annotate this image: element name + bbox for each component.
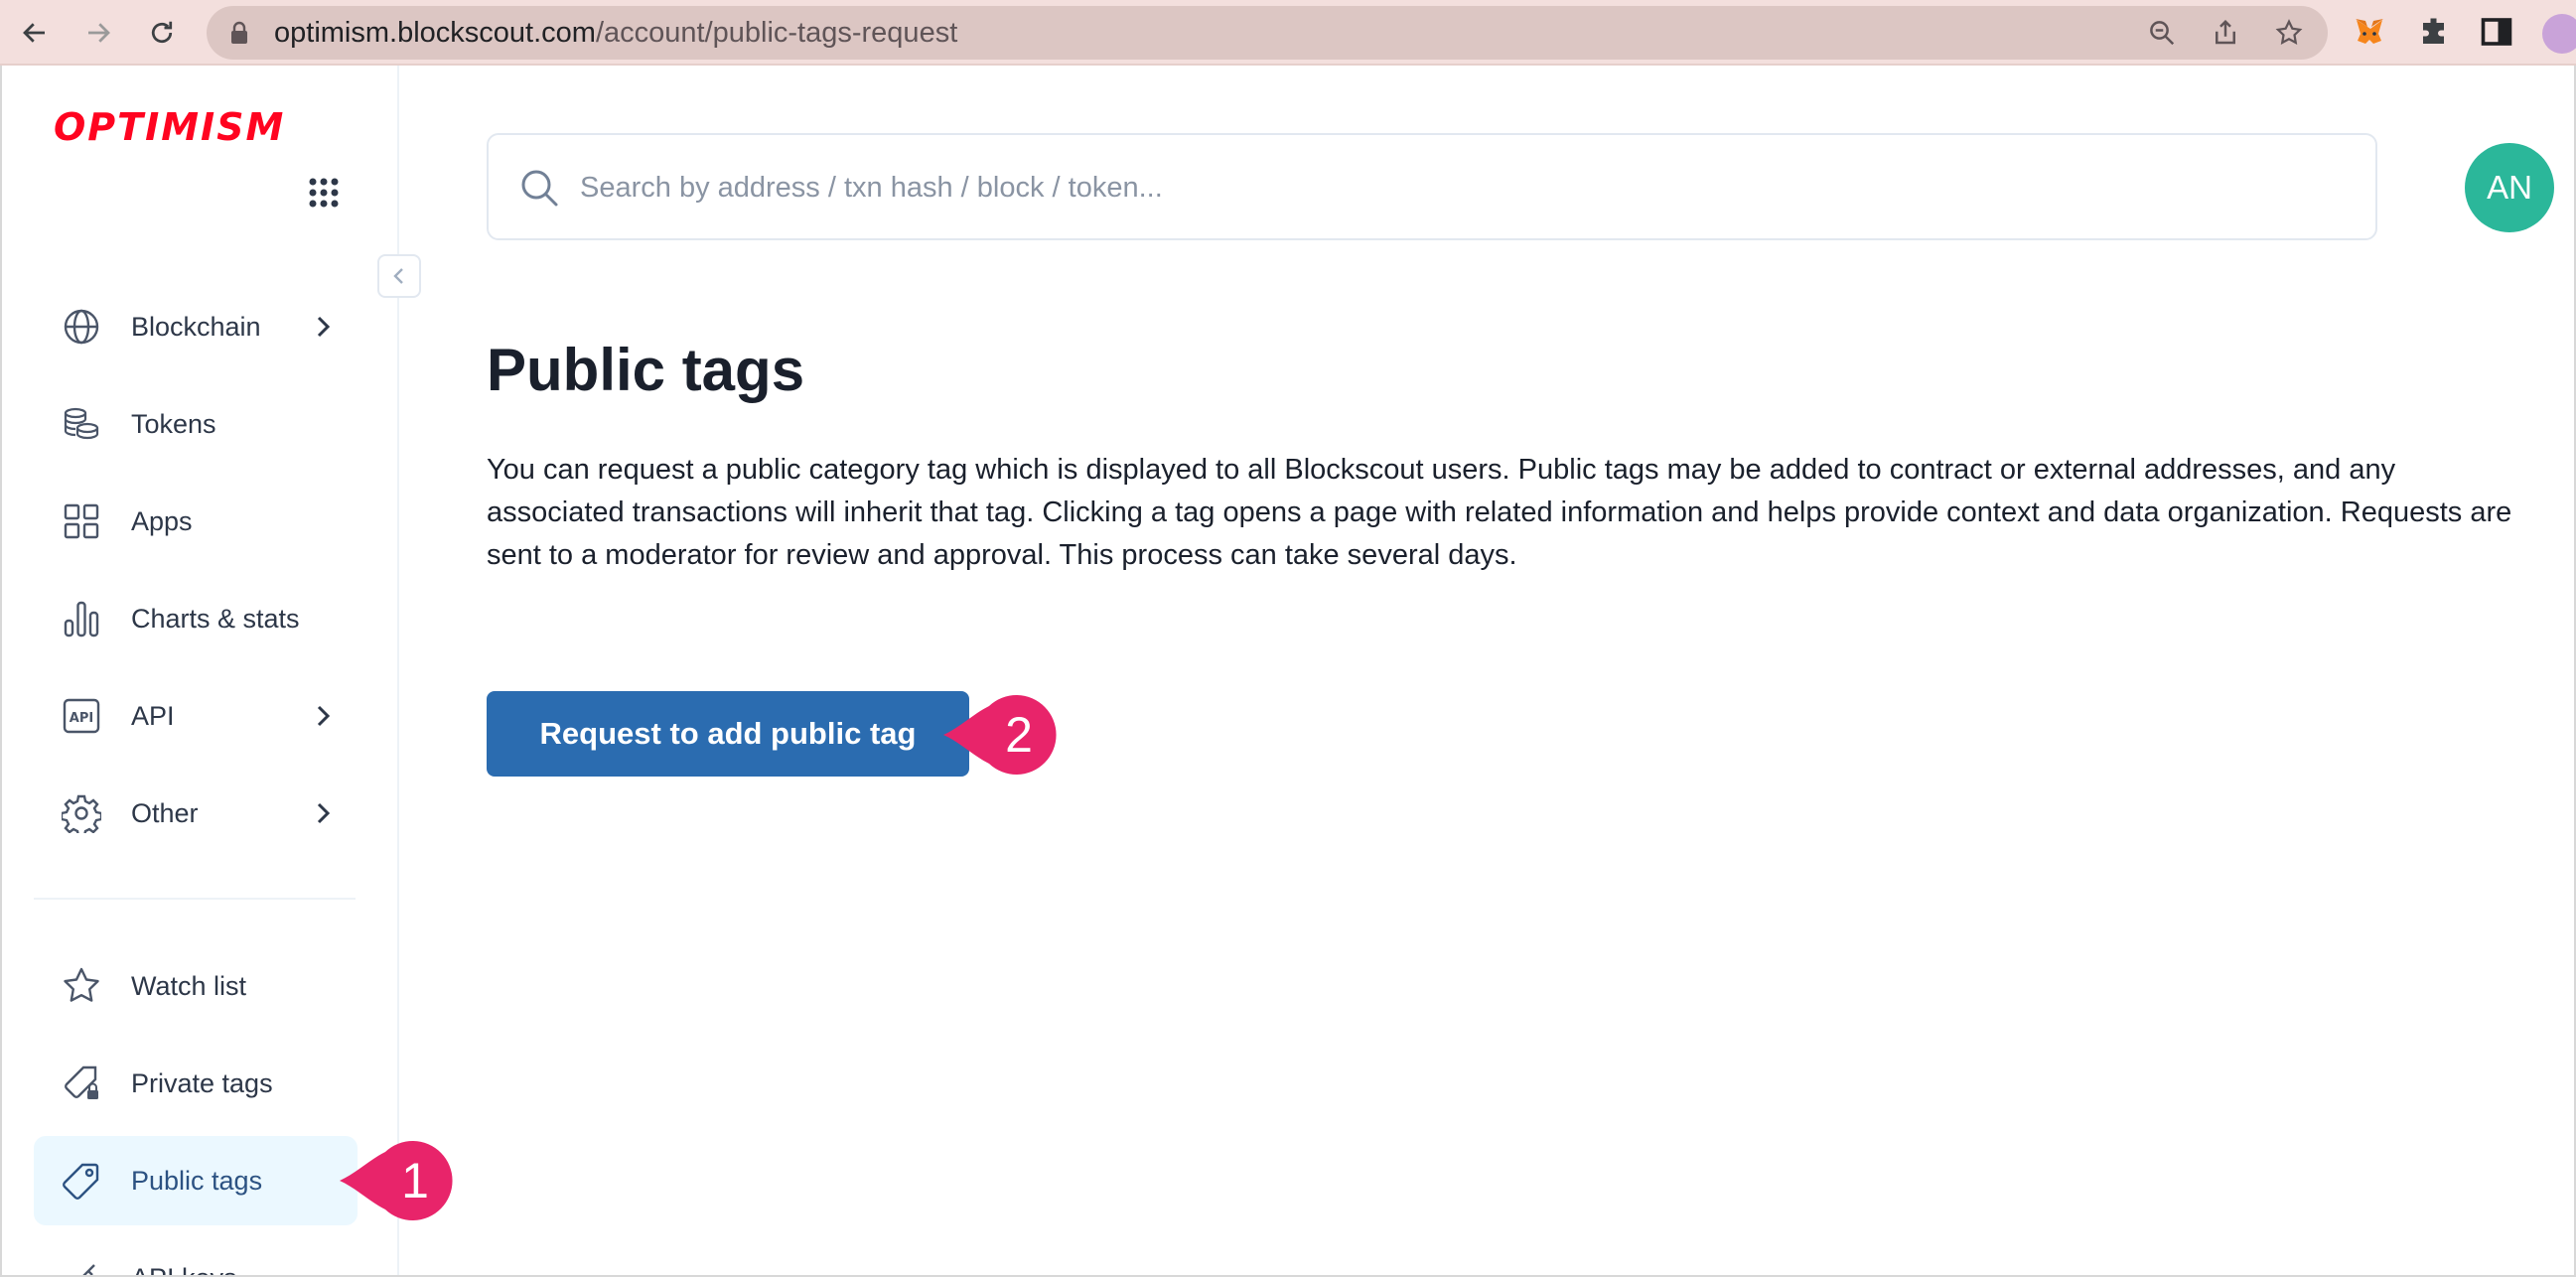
sidebar-item-blockchain[interactable]: Blockchain xyxy=(34,282,358,371)
page-title: Public tags xyxy=(487,337,805,403)
address-bar[interactable]: optimism.blockscout.com/account/public-t… xyxy=(207,6,2328,60)
optimism-logo[interactable]: OPTIMISM xyxy=(54,105,285,149)
chevron-right-icon xyxy=(317,802,331,824)
bar-chart-icon xyxy=(64,601,99,638)
url-text: optimism.blockscout.com/account/public-t… xyxy=(274,18,957,48)
sidebar-item-charts-stats[interactable]: Charts & stats xyxy=(34,574,358,663)
callout-number: 1 xyxy=(401,1153,429,1208)
sidebar-item-label: Blockchain xyxy=(131,312,261,342)
sidebar-item-label: Watch list xyxy=(131,971,247,1001)
url-host: optimism.blockscout.com xyxy=(274,17,596,49)
sidebar-item-private-tags[interactable]: Private tags xyxy=(34,1039,358,1128)
browser-toolbar: optimism.blockscout.com/account/public-t… xyxy=(0,0,2576,66)
apps-icon xyxy=(64,503,99,539)
tag-icon xyxy=(63,1163,99,1200)
back-button[interactable] xyxy=(14,12,56,54)
sidebar-divider xyxy=(34,898,356,900)
extensions-puzzle-icon[interactable] xyxy=(2417,14,2453,50)
sidebar-item-public-tags[interactable]: Public tags xyxy=(34,1136,358,1225)
forward-arrow-icon xyxy=(88,23,110,43)
sidebar-item-label: Tokens xyxy=(131,409,216,439)
reload-button[interactable] xyxy=(141,12,183,54)
search-input[interactable] xyxy=(580,161,2328,214)
private-tag-icon xyxy=(65,1065,98,1099)
sidebar-item-apps[interactable]: Apps xyxy=(34,477,358,566)
coins-icon xyxy=(64,407,99,440)
side-panel-icon[interactable] xyxy=(2479,14,2514,50)
search-icon xyxy=(521,170,558,207)
sidebar-item-api-keys[interactable]: API keys xyxy=(34,1233,358,1275)
gear-icon xyxy=(62,794,101,833)
page-description: You can request a public category tag wh… xyxy=(487,454,2512,571)
sidebar-item-api-keys-clip: API keys xyxy=(34,1233,358,1275)
sidebar-item-label: Other xyxy=(131,798,199,828)
request-public-tag-button[interactable]: Request to add public tag xyxy=(487,691,969,777)
sidebar-collapse-button[interactable] xyxy=(377,254,421,298)
lock-icon xyxy=(231,21,247,44)
metamask-fox-icon[interactable] xyxy=(2352,14,2387,50)
reload-icon xyxy=(151,21,173,44)
profile-avatar[interactable] xyxy=(2542,14,2576,54)
forward-button[interactable] xyxy=(77,12,119,54)
callout-number: 2 xyxy=(1005,707,1033,763)
chevron-left-icon xyxy=(393,268,403,284)
sidebar-item-label: Private tags xyxy=(131,1068,273,1098)
user-avatar[interactable]: AN xyxy=(2465,143,2554,232)
chevron-right-icon xyxy=(317,316,331,338)
globe-icon xyxy=(64,309,99,345)
sidebar-item-label: Public tags xyxy=(131,1166,263,1196)
svg-text:API: API xyxy=(70,711,93,726)
callout-2: 2 xyxy=(939,690,1069,784)
sidebar-item-api[interactable]: API API xyxy=(34,671,358,761)
search-bar xyxy=(487,133,2377,240)
bookmark-star-icon[interactable] xyxy=(2274,18,2304,48)
url-path: /account/public-tags-request xyxy=(595,17,958,49)
api-icon: API xyxy=(63,698,100,734)
chevron-right-icon xyxy=(317,705,331,727)
callout-1: 1 xyxy=(336,1136,465,1230)
back-arrow-icon xyxy=(23,23,45,43)
star-icon xyxy=(64,967,99,1002)
sidebar-item-tokens[interactable]: Tokens xyxy=(34,379,358,469)
sidebar-item-label: Apps xyxy=(131,506,193,536)
share-icon[interactable] xyxy=(2211,18,2240,48)
zoom-icon[interactable] xyxy=(2147,18,2177,48)
key-icon xyxy=(82,1264,95,1275)
sidebar-item-label: API xyxy=(131,701,175,731)
sidebar-item-label: API keys xyxy=(131,1261,237,1275)
network-menu-grid-icon[interactable] xyxy=(308,177,340,209)
sidebar-item-watch-list[interactable]: Watch list xyxy=(34,941,358,1031)
sidebar-item-label: Charts & stats xyxy=(131,604,300,634)
sidebar-item-other[interactable]: Other xyxy=(34,769,358,858)
